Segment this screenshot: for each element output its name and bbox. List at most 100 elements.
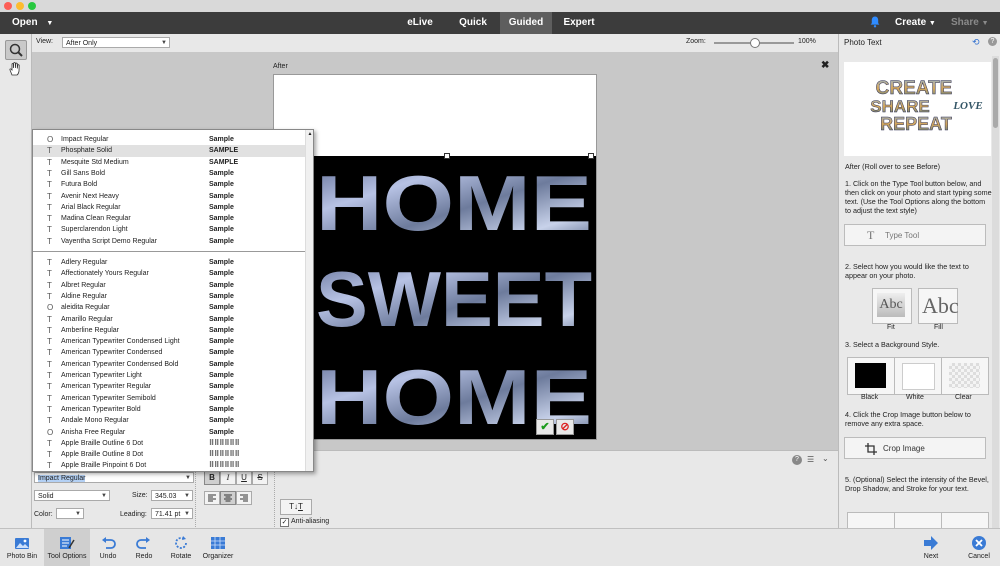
scroll-up-icon[interactable]: ▲ [307, 131, 313, 139]
font-list-item[interactable]: T Gill Sans Bold Sample [33, 168, 305, 179]
notification-bell-icon[interactable] [870, 16, 880, 28]
font-list-item[interactable]: T Amarillo Regular Sample [33, 314, 305, 325]
open-menu[interactable]: Open ▼ [12, 12, 53, 34]
type-tool-button[interactable]: T Type Tool [844, 224, 986, 246]
panel-scrollbar-thumb[interactable] [993, 58, 998, 128]
font-list-item[interactable]: T Vayentha Script Demo Regular Sample [33, 236, 305, 247]
help-icon[interactable]: ? [988, 37, 997, 46]
font-name: Gill Sans Bold [61, 169, 105, 177]
font-list-item[interactable]: T American Typewriter Light Sample [33, 370, 305, 381]
rotate-button[interactable]: Rotate [164, 529, 198, 566]
text-orientation-button[interactable]: T↓T [280, 499, 312, 515]
redo-button[interactable]: Redo [128, 529, 160, 566]
font-list-item[interactable]: T Affectionately Yours Regular Sample [33, 268, 305, 279]
photo-bin-button[interactable]: Photo Bin [2, 529, 42, 566]
tool-options-button[interactable]: Tool Options [44, 529, 90, 566]
truetype-font-icon: T [47, 450, 52, 460]
font-list-item[interactable]: T American Typewriter Condensed Sample [33, 347, 305, 358]
align-right-button[interactable] [236, 491, 252, 505]
cancel-no-icon[interactable]: ⊘ [556, 419, 574, 435]
share-menu[interactable]: Share ▼ [951, 12, 989, 34]
font-list-item[interactable]: T American Typewriter Bold Sample [33, 404, 305, 415]
font-list-item[interactable]: T Avenir Next Heavy Sample [33, 191, 305, 202]
create-menu[interactable]: Create ▼ [895, 12, 936, 34]
photo-text-image[interactable]: HOME SWEET HOME ✔ ⊘ [312, 156, 596, 441]
next-button[interactable]: Next [916, 529, 946, 566]
zoom-slider-knob[interactable] [750, 38, 760, 48]
font-style-select[interactable]: Solid ▼ [34, 490, 110, 501]
bold-button[interactable]: B [204, 471, 220, 485]
font-list-item[interactable]: T Amberline Regular Sample [33, 325, 305, 336]
font-list-item[interactable]: T American Typewriter Condensed Bold Sampl… [33, 359, 305, 370]
opentype-font-icon: O [47, 303, 54, 313]
panel-scrollbar[interactable] [992, 56, 999, 528]
white-background-button[interactable] [894, 357, 942, 395]
italic-button[interactable]: I [220, 471, 236, 485]
organizer-button[interactable]: Organizer [200, 529, 236, 566]
black-background-button[interactable] [847, 357, 895, 395]
redo-icon [136, 537, 150, 549]
cancel-label: Cancel [968, 553, 990, 560]
close-window-button[interactable] [4, 2, 12, 10]
font-list-item[interactable]: T Adlery Regular Sample [33, 257, 305, 268]
document-canvas[interactable]: HOME SWEET HOME ✔ ⊘ [273, 74, 597, 441]
maximize-window-button[interactable] [28, 2, 36, 10]
font-list-item[interactable]: T Apple Braille Pinpoint 6 Dot ⠿⠿⠿⠿⠿⠿ [33, 460, 305, 471]
align-left-button[interactable] [204, 491, 220, 505]
font-list-item[interactable]: T Apple Braille Outline 6 Dot ⠿⠿⠿⠿⠿⠿ [33, 438, 305, 449]
font-list-item[interactable]: T American Typewriter Condensed Light Samp… [33, 336, 305, 347]
strikethrough-button[interactable]: S [252, 471, 268, 485]
transform-handle[interactable] [588, 153, 594, 159]
font-family-select[interactable]: Impact Regular ▼ [34, 472, 194, 483]
reset-icon[interactable]: ⟲ [972, 37, 980, 48]
font-list-item[interactable]: T Futura Bold Sample [33, 179, 305, 190]
font-list-item[interactable]: T American Typewriter Regular Sample [33, 381, 305, 392]
font-list-scrollbar[interactable]: ▲ [305, 130, 313, 471]
tab-quick[interactable]: Quick [450, 12, 496, 34]
fit-option-button[interactable]: Abc [872, 288, 912, 324]
zoom-slider[interactable] [714, 38, 794, 48]
tab-expert[interactable]: Expert [556, 12, 602, 34]
underline-button[interactable]: U [236, 471, 252, 485]
stroke-option-button[interactable] [941, 512, 989, 528]
title-bar [0, 0, 1000, 12]
fill-option-button[interactable]: Abc [918, 288, 959, 324]
hand-tool-button[interactable] [5, 60, 25, 78]
chevron-down-icon[interactable]: ⌄ [822, 454, 829, 463]
font-list-item[interactable]: T Aldine Regular Sample [33, 291, 305, 302]
zoom-tool-button[interactable] [5, 40, 27, 60]
leading-input[interactable]: 71.41 pt ▼ [151, 508, 193, 519]
font-list-item[interactable]: O Impact Regular Sample [33, 134, 305, 145]
color-swatch[interactable]: ▼ [56, 508, 84, 519]
close-icon[interactable]: ✖ [821, 60, 829, 71]
font-list-item[interactable]: T American Typewriter Semibold Sample [33, 393, 305, 404]
transform-handle[interactable] [444, 153, 450, 159]
undo-button[interactable]: Undo [92, 529, 124, 566]
font-list-item[interactable]: T Phosphate Solid SAMPLE [33, 145, 305, 157]
minimize-window-button[interactable] [16, 2, 24, 10]
font-list-item[interactable]: O Anisha Free Regular Sample [33, 427, 305, 438]
tab-guided[interactable]: Guided [500, 12, 552, 34]
drop-shadow-option-button[interactable] [894, 512, 942, 528]
crop-image-button[interactable]: Crop Image [844, 437, 986, 459]
font-list-item[interactable]: T Apple Braille Outline 8 Dot ⠿⠿⠿⠿⠿⠿ [33, 449, 305, 460]
font-list-item[interactable]: T Superclarendon Light Sample [33, 224, 305, 235]
tab-elive[interactable]: eLive [395, 12, 445, 34]
bevel-option-button[interactable] [847, 512, 895, 528]
font-style-value: Solid [38, 493, 54, 500]
clear-background-button[interactable] [941, 357, 989, 395]
font-list-item[interactable]: T Madina Clean Regular Sample [33, 213, 305, 224]
font-size-input[interactable]: 345.03 ▼ [151, 490, 193, 501]
font-list-item[interactable]: T Andale Mono Regular Sample [33, 415, 305, 426]
font-list-item[interactable]: T Albret Regular Sample [33, 280, 305, 291]
align-center-button[interactable] [220, 491, 236, 505]
font-list-item[interactable]: Oaleidita Regular Sample [33, 302, 305, 313]
menu-list-icon[interactable]: ☰ [807, 455, 814, 464]
font-list-item[interactable]: T Mesquite Std Medium SAMPLE [33, 157, 305, 168]
cancel-button[interactable]: Cancel [962, 529, 996, 566]
anti-aliasing-checkbox[interactable]: ✓ [280, 518, 289, 527]
commit-check-icon[interactable]: ✔ [536, 419, 554, 435]
help-icon[interactable]: ? [792, 455, 802, 465]
font-list-item[interactable]: T Arial Black Regular Sample [33, 202, 305, 213]
view-select[interactable]: After Only ▼ [62, 37, 170, 48]
